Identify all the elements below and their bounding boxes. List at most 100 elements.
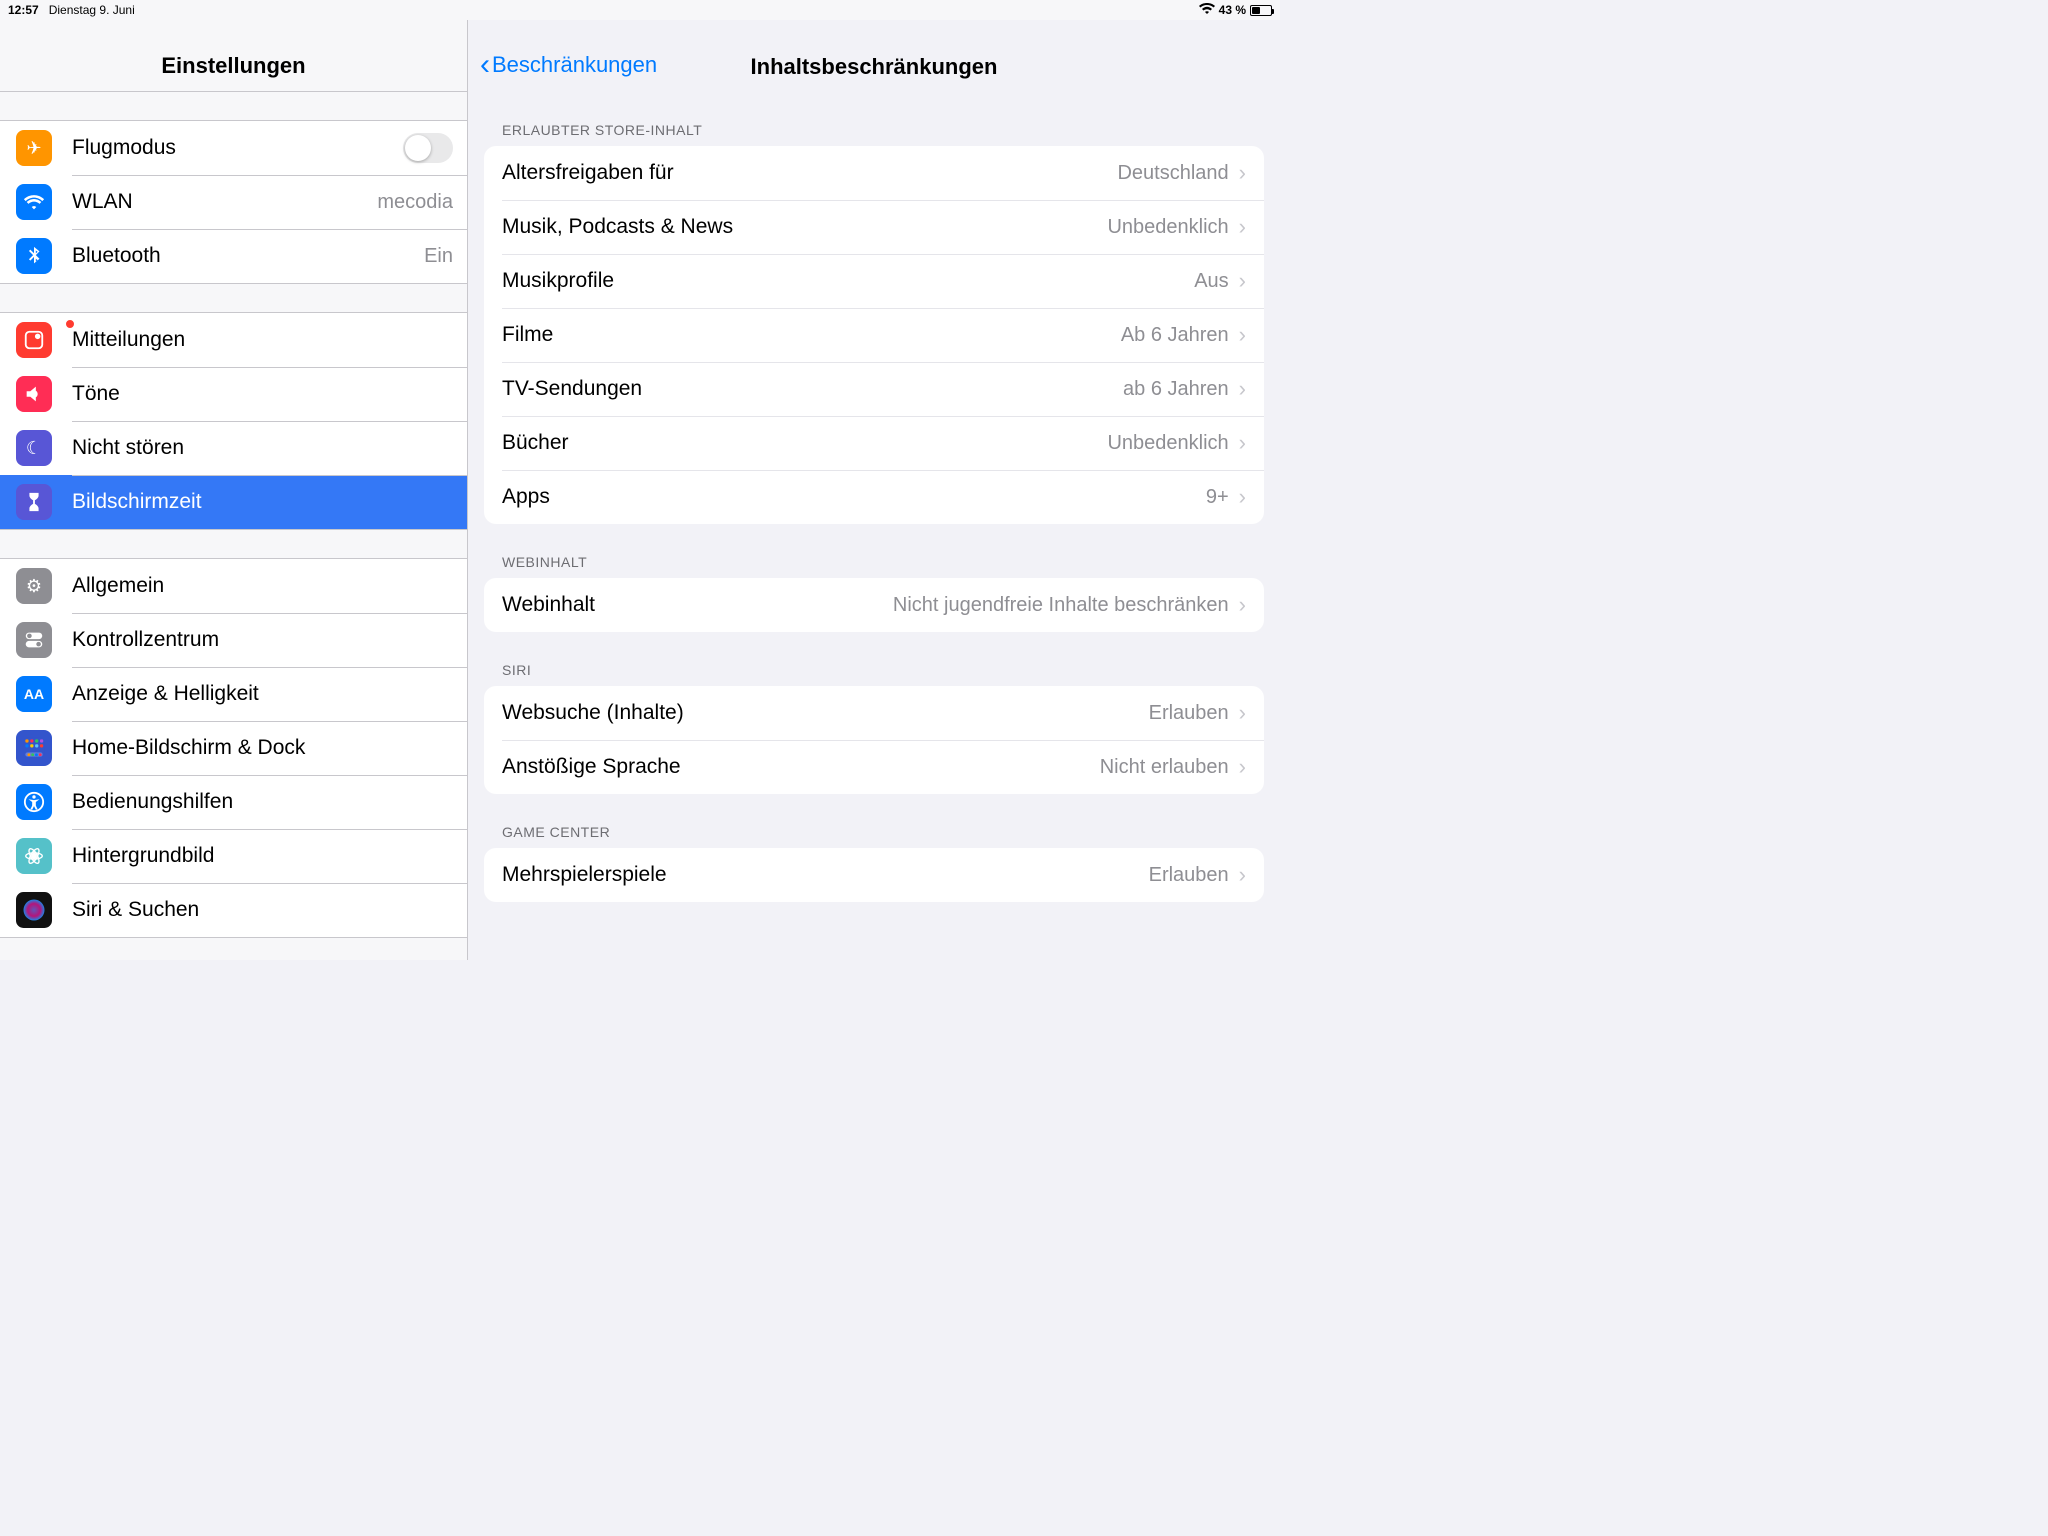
setting-value: Nicht erlauben xyxy=(1100,756,1229,779)
wifi-icon xyxy=(16,184,52,220)
toggles-icon xyxy=(16,622,52,658)
bell-icon xyxy=(16,322,52,358)
toggle-switch[interactable] xyxy=(403,133,453,163)
sidebar-item-value: Ein xyxy=(424,245,467,268)
setting-label: Musikprofile xyxy=(502,269,1194,293)
nicht stören-icon: ☾ xyxy=(16,430,52,466)
setting-row-tv-sendungen[interactable]: TV-Sendungenab 6 Jahren › xyxy=(484,362,1264,416)
sidebar-item-label: Hintergrundbild xyxy=(72,844,467,868)
setting-label: TV-Sendungen xyxy=(502,377,1123,401)
sidebar-item-nicht-st-ren[interactable]: ☾ Nicht stören xyxy=(0,421,467,475)
setting-label: Mehrspielerspiele xyxy=(502,863,1149,887)
setting-label: Altersfreigaben für xyxy=(502,161,1117,185)
setting-row-b-cher[interactable]: BücherUnbedenklich› xyxy=(484,416,1264,470)
status-bar: 12:57 Dienstag 9. Juni 43 % xyxy=(0,0,1280,20)
status-time: 12:57 xyxy=(8,3,39,17)
sidebar-item-flugmodus[interactable]: ✈ Flugmodus xyxy=(0,121,467,175)
sidebar-item-label: WLAN xyxy=(72,190,377,214)
setting-label: Apps xyxy=(502,485,1206,509)
section-header: Game Center xyxy=(468,794,1280,848)
setting-row-apps[interactable]: Apps9+ › xyxy=(484,470,1264,524)
setting-label: Websuche (Inhalte) xyxy=(502,701,1149,725)
sidebar-item-kontrollzentrum[interactable]: Kontrollzentrum xyxy=(0,613,467,667)
sidebar-item-t-ne[interactable]: Töne xyxy=(0,367,467,421)
sidebar-item-mitteilungen[interactable]: Mitteilungen xyxy=(0,313,467,367)
allgemein-icon: ⚙ xyxy=(16,568,52,604)
setting-label: Webinhalt xyxy=(502,593,893,617)
sidebar-item-label: Siri & Suchen xyxy=(72,898,467,922)
chevron-right-icon: › xyxy=(1239,322,1246,348)
sidebar-item-home-bildschirm-dock[interactable]: Home-Bildschirm & Dock xyxy=(0,721,467,775)
sidebar-item-bildschirmzeit[interactable]: Bildschirmzeit xyxy=(0,475,467,529)
sidebar-item-label: Anzeige & Helligkeit xyxy=(72,682,467,706)
sidebar-item-value: mecodia xyxy=(377,191,467,214)
setting-value: 9+ xyxy=(1206,486,1229,509)
sidebar-item-label: Flugmodus xyxy=(72,136,403,160)
sidebar-title: Einstellungen xyxy=(161,53,305,79)
section-header: Siri xyxy=(468,632,1280,686)
setting-label: Musik, Podcasts & News xyxy=(502,215,1107,239)
setting-row-webinhalt[interactable]: WebinhaltNicht jugendfreie Inhalte besch… xyxy=(484,578,1264,632)
chevron-right-icon: › xyxy=(1239,160,1246,186)
chevron-right-icon: › xyxy=(1239,430,1246,456)
chevron-right-icon: › xyxy=(1239,862,1246,888)
setting-row-musik-podcasts-news[interactable]: Musik, Podcasts & NewsUnbedenklich› xyxy=(484,200,1264,254)
sidebar-item-anzeige-helligkeit[interactable]: AA Anzeige & Helligkeit xyxy=(0,667,467,721)
setting-row-musikprofile[interactable]: MusikprofileAus › xyxy=(484,254,1264,308)
setting-row-mehrspielerspiele[interactable]: MehrspielerspieleErlauben› xyxy=(484,848,1264,902)
back-button[interactable]: ‹ Beschränkungen xyxy=(480,50,657,80)
setting-value: Aus xyxy=(1194,270,1228,293)
siri-icon xyxy=(16,892,52,928)
chevron-right-icon: › xyxy=(1239,376,1246,402)
sidebar-item-label: Töne xyxy=(72,382,467,406)
chevron-right-icon: › xyxy=(1239,484,1246,510)
settings-sidebar: Einstellungen ✈FlugmodusWLANmecodiaBluet… xyxy=(0,20,468,960)
battery-percent: 43 % xyxy=(1219,3,1246,17)
flugmodus-icon: ✈ xyxy=(16,130,52,166)
setting-value: Erlauben xyxy=(1149,702,1229,725)
setting-value: Nicht jugendfreie Inhalte beschränken xyxy=(893,594,1229,617)
setting-value: Ab 6 Jahren xyxy=(1121,324,1229,347)
speaker-icon xyxy=(16,376,52,412)
setting-value: ab 6 Jahren xyxy=(1123,378,1229,401)
setting-row-altersfreigaben-f-r[interactable]: Altersfreigaben fürDeutschland › xyxy=(484,146,1264,200)
bluetooth-icon xyxy=(16,238,52,274)
wifi-icon xyxy=(1199,3,1215,17)
sidebar-header: Einstellungen xyxy=(0,20,467,92)
sidebar-item-wlan[interactable]: WLANmecodia xyxy=(0,175,467,229)
chevron-right-icon: › xyxy=(1239,268,1246,294)
flower-icon xyxy=(16,838,52,874)
sidebar-item-label: Bildschirmzeit xyxy=(72,490,467,514)
accessibility-icon xyxy=(16,784,52,820)
setting-value: Deutschland xyxy=(1117,162,1228,185)
setting-row-websuche-inhalte-[interactable]: Websuche (Inhalte)Erlauben › xyxy=(484,686,1264,740)
sidebar-item-hintergrundbild[interactable]: Hintergrundbild xyxy=(0,829,467,883)
setting-value: Unbedenklich xyxy=(1107,432,1228,455)
sidebar-item-label: Nicht stören xyxy=(72,436,467,460)
setting-row-filme[interactable]: FilmeAb 6 Jahren › xyxy=(484,308,1264,362)
setting-label: Filme xyxy=(502,323,1121,347)
sidebar-item-label: Home-Bildschirm & Dock xyxy=(72,736,467,760)
sidebar-item-label: Bluetooth xyxy=(72,244,424,268)
chevron-right-icon: › xyxy=(1239,754,1246,780)
setting-row-anst-ige-sprache[interactable]: Anstößige SpracheNicht erlauben › xyxy=(484,740,1264,794)
chevron-right-icon: › xyxy=(1239,700,1246,726)
sidebar-item-bluetooth[interactable]: BluetoothEin xyxy=(0,229,467,283)
section-header: Webinhalt xyxy=(468,524,1280,578)
sidebar-item-allgemein[interactable]: ⚙ Allgemein xyxy=(0,559,467,613)
notification-badge xyxy=(65,319,75,329)
sidebar-item-bedienungshilfen[interactable]: Bedienungshilfen xyxy=(0,775,467,829)
anzeige & helligkeit-icon: AA xyxy=(16,676,52,712)
sidebar-item-label: Bedienungshilfen xyxy=(72,790,467,814)
detail-pane: ‹ Beschränkungen Inhaltsbeschränkungen E… xyxy=(468,20,1280,960)
sidebar-item-siri-suchen[interactable]: Siri & Suchen xyxy=(0,883,467,937)
setting-value: Unbedenklich xyxy=(1107,216,1228,239)
sidebar-item-label: Kontrollzentrum xyxy=(72,628,467,652)
sidebar-item-label: Mitteilungen xyxy=(72,328,467,352)
battery-icon xyxy=(1250,5,1272,16)
sidebar-item-label: Allgemein xyxy=(72,574,467,598)
chevron-left-icon: ‹ xyxy=(480,50,490,80)
setting-label: Anstößige Sprache xyxy=(502,755,1100,779)
grid-icon xyxy=(16,730,52,766)
chevron-right-icon: › xyxy=(1239,592,1246,618)
